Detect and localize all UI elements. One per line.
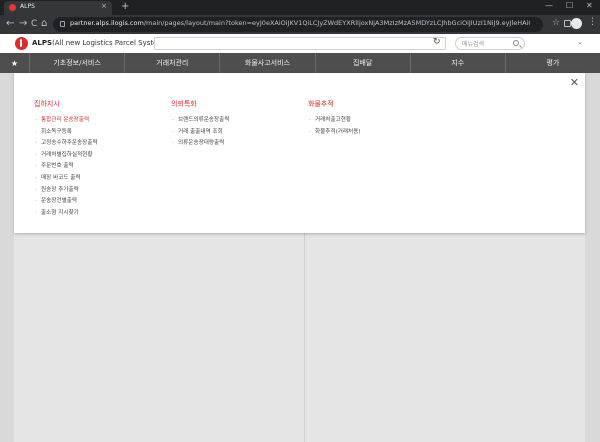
menu-column-tracking: 화물추적 거래처출고현황 화물추적(거래처용) <box>308 99 361 138</box>
back-icon[interactable]: ← <box>6 18 14 30</box>
new-tab-button[interactable]: + <box>121 1 129 13</box>
submenu-item[interactable]: 출소형 지시찾기 <box>34 208 98 220</box>
submenu-item[interactable]: 매장 바코드 출력 <box>34 173 98 185</box>
submenu-item[interactable]: 거래처출고현황 <box>308 115 361 127</box>
menu-index[interactable]: 지수 <box>411 53 506 73</box>
menu-search-placeholder: 메뉴검색 <box>462 41 485 48</box>
reload-icon[interactable]: C <box>31 18 37 30</box>
submenu-item[interactable]: 브랜드의류운송장출력 <box>171 115 229 127</box>
menu-search-input[interactable]: 메뉴검색 <box>455 37 525 50</box>
search-icon[interactable] <box>513 40 519 46</box>
submenu-item[interactable]: 원송장 추가출력 <box>34 185 98 197</box>
menu-client-management[interactable]: 거래처관리 <box>125 53 221 73</box>
tab-close-icon[interactable]: × <box>101 2 107 10</box>
browser-toolbar: ← → C ⌂ partner.alps.ilogis.com/main/pag… <box>0 15 600 34</box>
submenu-item[interactable]: 회소독구등록 <box>34 127 98 139</box>
window-close-icon[interactable]: ✕ <box>586 1 593 10</box>
content-divider <box>304 230 305 442</box>
browser-menu-icon[interactable]: ⋮ <box>588 17 597 27</box>
submenu-item[interactable]: 거래처별집하실적현황 <box>34 150 98 162</box>
app-logo-text: ALPS(All new Logistics Parcel System) <box>32 39 167 47</box>
page-address-field[interactable] <box>154 37 446 50</box>
maximize-icon[interactable]: ☐ <box>566 1 573 10</box>
menu-evaluation[interactable]: 평가 <box>506 53 600 73</box>
submenu-item[interactable]: 의류운송장대량출력 <box>171 138 229 150</box>
menu-cargo-accident[interactable]: 화물사고서비스 <box>220 53 316 73</box>
address-bar[interactable]: partner.alps.ilogis.com/main/pages/layou… <box>53 17 543 32</box>
app-header: ALPS(All new Logistics Parcel System) ↻ … <box>0 34 600 53</box>
mega-menu-panel: ✕ 집하지시 통합관리 운송장출력 회소독구등록 고정송수하주운송장출력 거래처… <box>14 73 585 233</box>
submenu-item[interactable]: 고정송수하주운송장출력 <box>34 138 98 150</box>
submenu-item[interactable]: 화물추적(거래처용) <box>308 127 361 139</box>
submenu-item[interactable]: 거래 출출내역 조회 <box>171 127 229 139</box>
browser-tab[interactable]: ALPS × <box>4 1 112 15</box>
submenu-item[interactable]: 주문번호 출력 <box>34 161 98 173</box>
url-text: partner.alps.ilogis.com/main/pages/layou… <box>70 19 530 27</box>
main-menu-bar: ★ 기초정보/서비스 거래처관리 화물사고서비스 집배달 지수 평가 <box>0 53 600 73</box>
favicon-icon <box>9 4 16 11</box>
minimize-icon[interactable]: — <box>545 1 553 10</box>
forward-icon[interactable]: → <box>19 18 27 30</box>
column-title: 화물추적 <box>308 100 334 108</box>
submenu-item[interactable]: 운송장건별출력 <box>34 196 98 208</box>
menu-basic-info[interactable]: 기초정보/서비스 <box>30 53 126 73</box>
menu-column-pickup: 집하지시 통합관리 운송장출력 회소독구등록 고정송수하주운송장출력 거래처별집… <box>34 99 98 219</box>
tab-title: ALPS <box>20 3 35 10</box>
menu-pickup-delivery[interactable]: 집배달 <box>316 53 411 73</box>
submenu-item[interactable]: 통합관리 운송장출력 <box>34 115 98 127</box>
refresh-icon[interactable]: ↻ <box>433 37 441 48</box>
close-icon[interactable]: ✕ <box>570 77 579 89</box>
column-title: 의뢰특화 <box>171 100 197 108</box>
bookmark-star-icon[interactable]: ☆ <box>552 18 560 28</box>
lock-icon <box>60 21 65 27</box>
chevron-down-icon[interactable]: ⌄ <box>577 38 583 46</box>
menu-column-clothing: 의뢰특화 브랜드의류운송장출력 거래 출출내역 조회 의류운송장대량출력 <box>171 99 229 150</box>
column-title: 집하지시 <box>34 100 60 108</box>
favorites-star-button[interactable]: ★ <box>0 53 30 73</box>
browser-tab-strip: ALPS × + — ☐ ✕ <box>0 0 600 15</box>
home-icon[interactable]: ⌂ <box>41 18 47 30</box>
profile-avatar[interactable] <box>571 18 582 29</box>
extension-icon[interactable] <box>564 20 571 27</box>
alps-logo-icon <box>15 37 28 50</box>
